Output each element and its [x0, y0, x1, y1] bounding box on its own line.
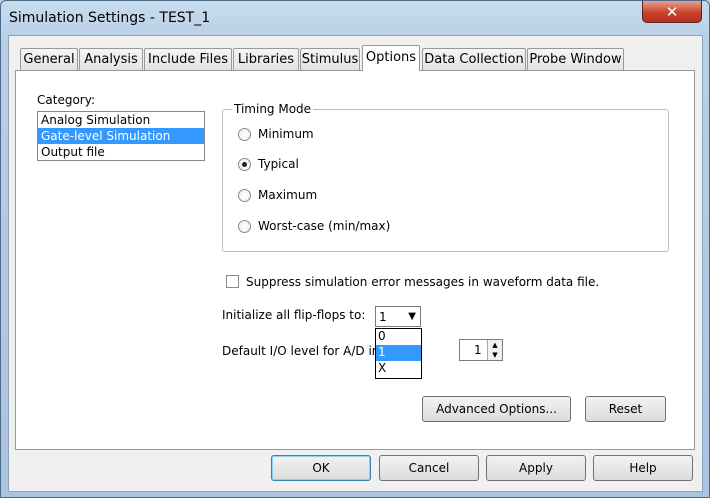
tab-stimulus[interactable]: Stimulus: [300, 48, 360, 70]
close-button[interactable]: ✕: [642, 1, 702, 23]
radio-circle[interactable]: [238, 128, 251, 141]
chevron-down-icon[interactable]: ▼: [408, 311, 416, 322]
spin-up-icon[interactable]: ▲: [488, 340, 502, 350]
dropdown-option-1[interactable]: 1: [376, 345, 421, 361]
init-flipflops-label: Initialize all flip-flops to:: [222, 308, 366, 322]
radio-circle[interactable]: [238, 220, 251, 233]
suppress-errors-label: Suppress simulation error messages in wa…: [246, 275, 600, 289]
tab-options[interactable]: Options: [362, 45, 420, 71]
tab-data-collection[interactable]: Data Collection: [422, 48, 526, 70]
window-title: Simulation Settings - TEST_1: [9, 10, 211, 26]
category-label: Category:: [37, 93, 95, 107]
category-item-gate-level[interactable]: Gate-level Simulation: [38, 128, 204, 144]
category-item-analog[interactable]: Analog Simulation: [38, 112, 204, 128]
cancel-button[interactable]: Cancel: [379, 455, 479, 481]
radio-label: Worst-case (min/max): [258, 219, 391, 233]
spin-down-icon[interactable]: ▼: [488, 350, 502, 360]
default-io-value: 1: [474, 343, 482, 357]
advanced-options-button[interactable]: Advanced Options...: [422, 396, 571, 422]
init-flipflops-select[interactable]: 1 ▼: [375, 306, 421, 327]
tab-include-files[interactable]: Include Files: [144, 48, 232, 70]
radio-label: Minimum: [258, 127, 314, 141]
tab-general[interactable]: General: [20, 48, 78, 70]
tab-libraries[interactable]: Libraries: [233, 48, 299, 70]
dialog-window: Simulation Settings - TEST_1 ✕ General A…: [0, 0, 710, 498]
radio-label: Typical: [258, 157, 299, 171]
dropdown-option-0[interactable]: 0: [376, 329, 421, 345]
timing-mode-legend: Timing Mode: [232, 102, 314, 116]
category-item-output-file[interactable]: Output file: [38, 144, 204, 160]
default-io-label: Default I/O level for A/D in: [222, 344, 380, 358]
category-listbox[interactable]: Analog Simulation Gate-level Simulation …: [37, 111, 205, 161]
tab-probe-window[interactable]: Probe Window: [527, 48, 624, 70]
suppress-errors-checkbox[interactable]: [226, 275, 239, 288]
ok-button[interactable]: OK: [271, 455, 371, 481]
default-io-spinbox[interactable]: 1 ▲ ▼: [459, 339, 503, 361]
radio-circle-selected[interactable]: [238, 158, 251, 171]
close-icon: ✕: [665, 3, 679, 21]
spin-buttons[interactable]: ▲ ▼: [487, 340, 502, 360]
radio-circle[interactable]: [238, 189, 251, 202]
reset-button[interactable]: Reset: [585, 396, 666, 422]
dropdown-option-x[interactable]: X: [376, 361, 421, 377]
init-flipflops-value: 1: [379, 310, 387, 324]
help-button[interactable]: Help: [593, 455, 693, 481]
apply-button[interactable]: Apply: [486, 455, 586, 481]
init-flipflops-dropdown-list[interactable]: 0 1 X: [375, 328, 422, 379]
radio-label: Maximum: [258, 188, 318, 202]
tab-analysis[interactable]: Analysis: [79, 48, 143, 70]
dialog-client-area: General Analysis Include Files Libraries…: [8, 35, 703, 492]
